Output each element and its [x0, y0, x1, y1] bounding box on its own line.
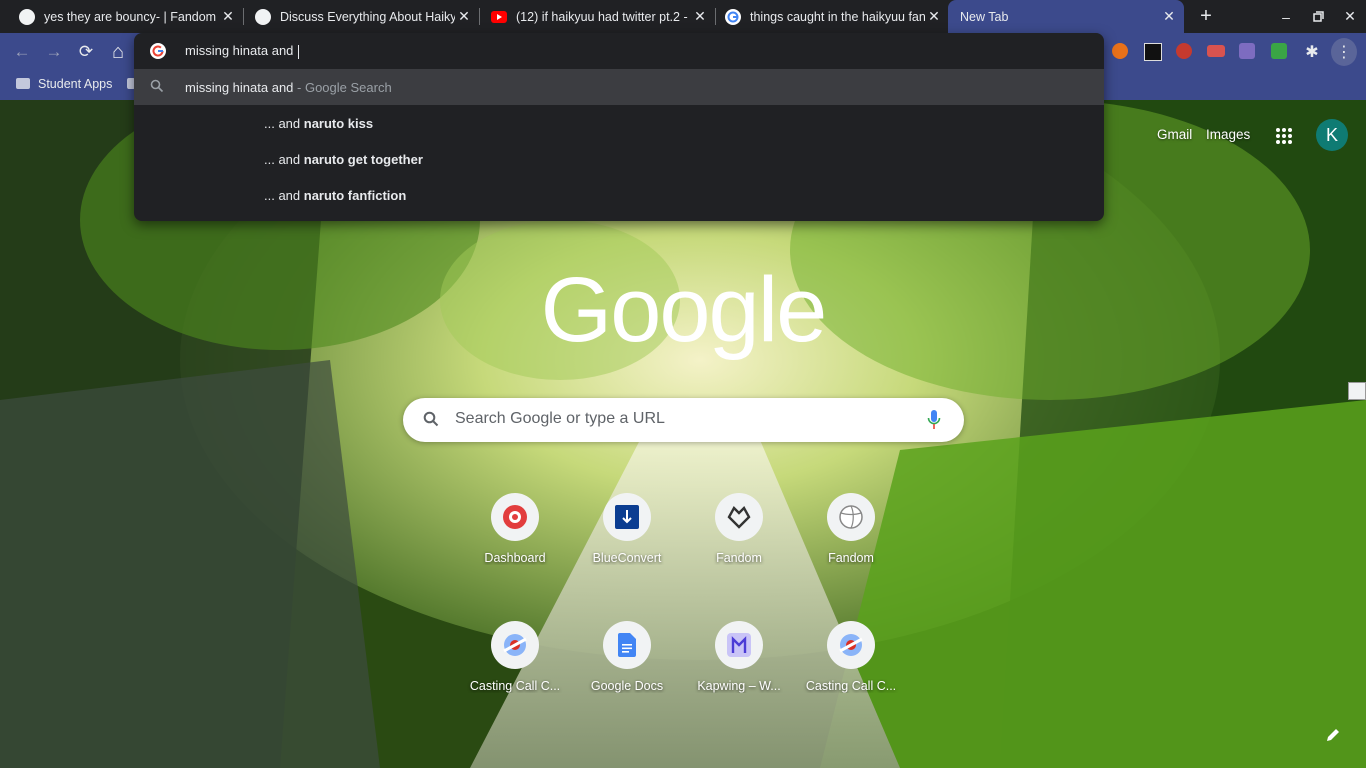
extension-icon[interactable] [1112, 43, 1128, 59]
tab-fandom-bouncy[interactable]: yes they are bouncy- | Fandom ✕ [0, 0, 243, 33]
shortcut-label: Casting Call C... [469, 679, 561, 693]
volleyball-icon [827, 493, 875, 541]
close-window-icon[interactable]: ✕ [1335, 0, 1365, 33]
extension-icon[interactable] [1239, 43, 1255, 59]
suggestion-completion: naruto fanfiction [303, 187, 407, 203]
tab-title: things caught in the haikyuu fan [750, 9, 925, 24]
new-tab-button[interactable]: + [1191, 0, 1221, 33]
tab-new-tab[interactable]: New Tab ✕ [948, 0, 1184, 33]
suggestion-item[interactable]: ... and naruto kiss [134, 105, 1104, 141]
shortcut-label: Fandom [716, 551, 762, 565]
search-icon [423, 411, 439, 432]
shortcut-label: Google Docs [590, 679, 664, 693]
fandom-heart-icon [715, 493, 763, 541]
suggestion-item[interactable]: ... and naruto fanfiction [134, 177, 1104, 213]
microphone-icon[interactable] [927, 409, 941, 436]
extension-icon[interactable] [1144, 43, 1162, 61]
folder-icon [16, 78, 30, 89]
images-link[interactable]: Images [1206, 127, 1250, 142]
tab-title: (12) if haikyuu had twitter pt.2 - [516, 9, 688, 24]
avatar[interactable]: K [1316, 119, 1348, 151]
suggestion-source: - Google Search [293, 79, 392, 95]
search-icon [150, 79, 166, 96]
shortcut-tile[interactable]: Fandom [683, 493, 795, 603]
shortcut-tile[interactable]: Dashboard [459, 493, 571, 603]
shortcut-label: BlueConvert [592, 551, 662, 565]
gmail-link[interactable]: Gmail [1157, 127, 1192, 142]
scroll-handle[interactable] [1348, 382, 1366, 400]
search-placeholder: Search Google or type a URL [455, 410, 665, 427]
puzzle-icon[interactable]: ✱ [1300, 40, 1324, 64]
shortcut-tile[interactable]: Google Docs [571, 621, 683, 731]
menu-icon[interactable]: ⋮ [1331, 38, 1357, 66]
apps-grid-icon[interactable] [1275, 127, 1293, 145]
fandom-icon [19, 8, 35, 25]
youtube-icon [491, 9, 507, 25]
maximize-icon[interactable] [1303, 0, 1333, 33]
minimize-icon[interactable]: – [1271, 0, 1301, 33]
tab-title: yes they are bouncy- | Fandom [44, 9, 217, 24]
close-icon[interactable]: ✕ [925, 8, 943, 25]
shortcut-tile[interactable]: Kapwing – W... [683, 621, 795, 731]
castingcall-icon [827, 621, 875, 669]
suggestion-completion: naruto kiss [303, 115, 374, 131]
shortcut-label: Fandom [828, 551, 874, 565]
shortcut-label: Dashboard [484, 551, 546, 565]
home-icon[interactable]: ⌂ [106, 40, 130, 64]
dashboard-icon [491, 493, 539, 541]
tab-title: New Tab [960, 9, 1009, 24]
google-icon [150, 43, 166, 59]
shortcut-tile[interactable]: Fandom [795, 493, 907, 603]
address-bar-input[interactable]: missing hinata and [185, 43, 300, 59]
tab-things-caught[interactable]: things caught in the haikyuu fan ✕ [706, 0, 949, 33]
blueconvert-icon [603, 493, 651, 541]
customize-pencil-icon[interactable] [1325, 727, 1341, 748]
close-icon[interactable]: ✕ [1160, 8, 1178, 25]
extension-icon[interactable] [1271, 43, 1287, 59]
suggestion-prefix: ... and [264, 187, 304, 203]
suggestion-text: missing hinata and [185, 79, 294, 95]
shortcut-tile[interactable]: BlueConvert [571, 493, 683, 603]
suggestion-completion: naruto get together [303, 151, 423, 167]
tab-youtube-haikyuu-twitter[interactable]: (12) if haikyuu had twitter pt.2 - ✕ [472, 0, 715, 33]
tab-title: Discuss Everything About Haikyu [280, 9, 455, 24]
extension-icon[interactable] [1207, 45, 1225, 57]
extension-icon[interactable] [1176, 43, 1192, 59]
fandom-icon [255, 8, 271, 25]
tab-discuss-haikyuu[interactable]: Discuss Everything About Haikyu ✕ [236, 0, 479, 33]
shortcut-tile[interactable]: Casting Call C... [795, 621, 907, 731]
bookmark-student-apps[interactable]: Student Apps [38, 77, 112, 91]
suggestion-item[interactable]: missing hinata and - Google Search [134, 69, 1104, 105]
back-icon[interactable]: ← [10, 40, 34, 64]
address-bar-text: missing hinata and [185, 43, 298, 58]
suggestion-item[interactable]: ... and naruto get together [134, 141, 1104, 177]
google-logo: Google [540, 259, 828, 361]
forward-icon[interactable]: → [42, 40, 66, 64]
suggestion-prefix: ... and [264, 151, 304, 167]
docs-icon [603, 621, 651, 669]
reload-icon[interactable]: ⟳ [74, 40, 98, 64]
close-icon[interactable]: ✕ [219, 8, 237, 25]
shortcut-label: Casting Call C... [805, 679, 897, 693]
suggestion-prefix: ... and [264, 115, 304, 131]
shortcut-label: Kapwing – W... [697, 679, 781, 693]
kapwing-icon [715, 621, 763, 669]
castingcall-icon [491, 621, 539, 669]
google-icon [725, 8, 741, 25]
shortcut-tile[interactable]: Casting Call C... [459, 621, 571, 731]
close-icon[interactable]: ✕ [455, 8, 473, 25]
